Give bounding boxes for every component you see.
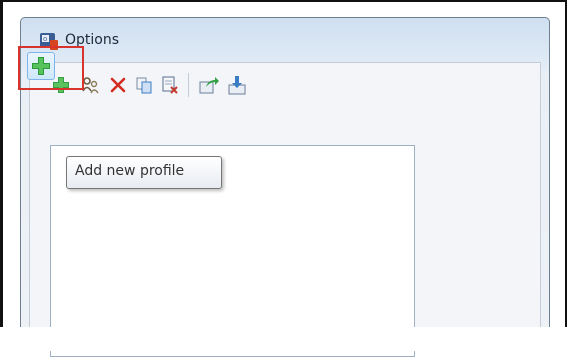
bottom-strip	[0, 327, 567, 351]
document-delete-icon	[162, 76, 178, 94]
remove-profile-button[interactable]	[158, 73, 182, 97]
import-profile-button[interactable]	[225, 73, 249, 97]
close-icon	[110, 77, 126, 93]
export-icon	[199, 77, 219, 94]
toolbar-separator	[188, 73, 189, 97]
title-bar[interactable]: o Options	[21, 18, 549, 60]
import-icon	[228, 76, 246, 95]
highlight-box	[18, 46, 84, 90]
delete-profile-button[interactable]	[106, 73, 130, 97]
export-profile-button[interactable]	[197, 73, 221, 97]
svg-text:o: o	[43, 35, 47, 43]
options-client-area	[29, 62, 541, 357]
copy-icon	[136, 77, 152, 94]
toolbar	[30, 63, 540, 103]
copy-profile-button[interactable]	[132, 73, 156, 97]
tooltip: Add new profile	[66, 156, 222, 189]
